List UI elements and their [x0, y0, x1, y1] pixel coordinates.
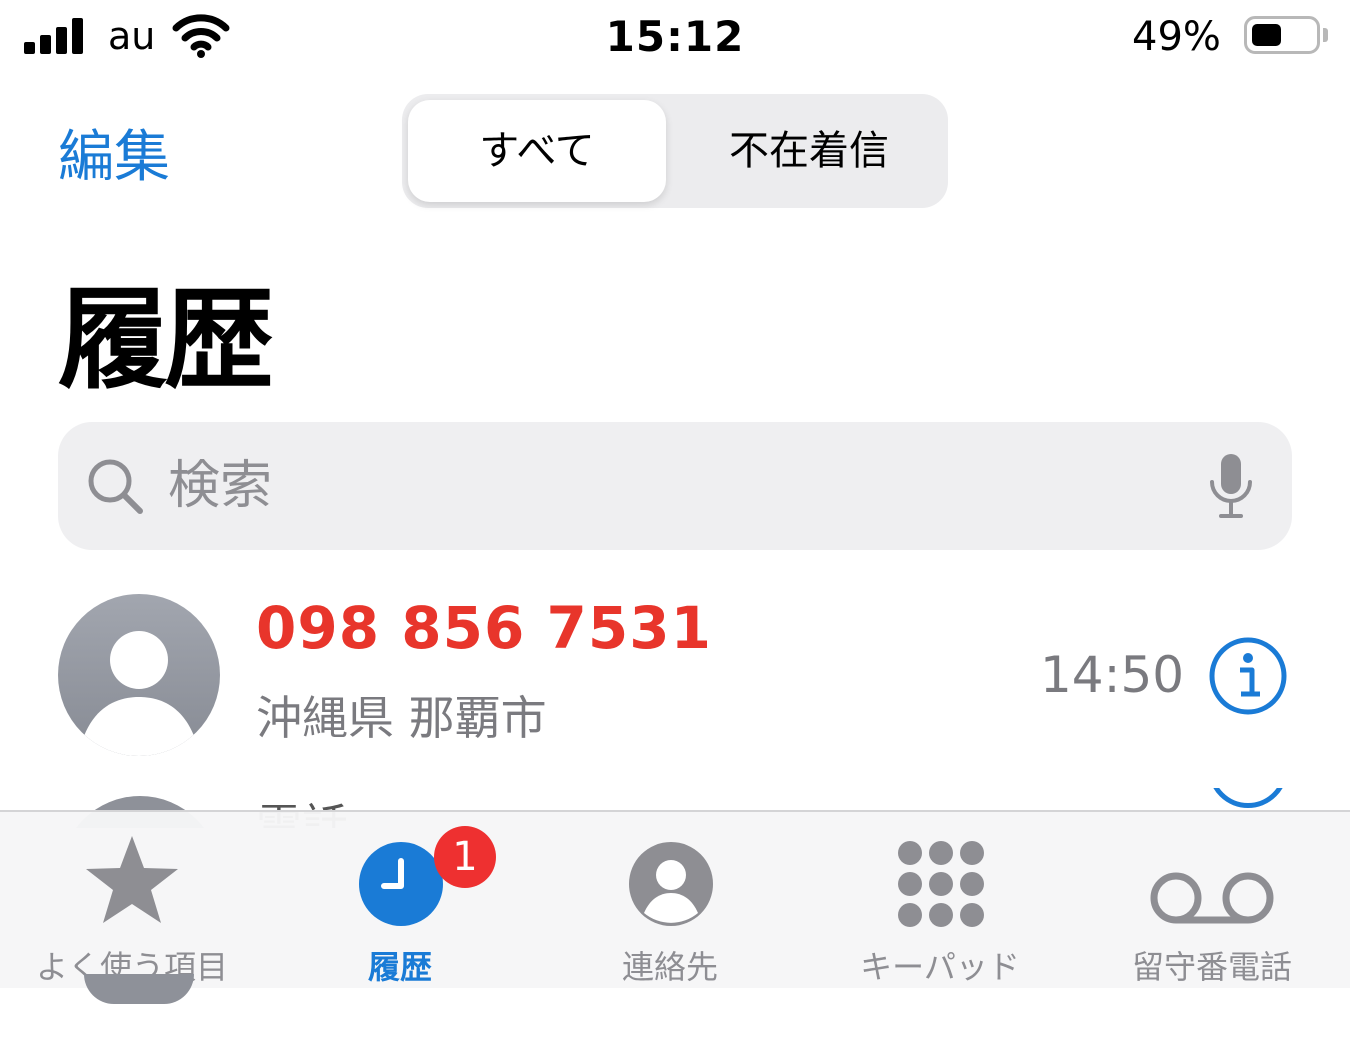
call-history-row[interactable]: 098 856 7531 沖縄県 那覇市 14:50 — [0, 580, 1350, 780]
call-time: 14:50 — [1040, 646, 1185, 704]
contact-avatar-icon — [84, 974, 194, 1004]
caller-location: 沖縄県 那覇市 — [256, 691, 547, 745]
keypad-icon — [898, 841, 984, 927]
tab-label: 連絡先 — [621, 948, 718, 986]
caller-number: 098 856 7531 — [256, 594, 712, 662]
page-title: 履歴 — [58, 276, 274, 404]
tab-keypad[interactable]: キーパッド — [818, 812, 1062, 990]
search-icon — [88, 459, 143, 514]
contact-avatar-icon — [58, 594, 220, 756]
info-icon[interactable] — [1208, 788, 1288, 808]
segment-missed[interactable]: 不在着信 — [674, 100, 944, 202]
tab-bar: よく使う項目 1 履歴 連絡先 キーパッド 留守番電話 — [0, 810, 1350, 990]
edit-button[interactable]: 編集 — [58, 112, 170, 193]
missed-call-badge: 1 — [434, 826, 496, 888]
tab-recents[interactable]: 1 履歴 — [278, 812, 522, 990]
battery-icon — [1244, 16, 1320, 54]
segment-all[interactable]: すべて — [408, 100, 666, 202]
segmented-control: すべて 不在着信 — [402, 94, 948, 208]
search-bar[interactable] — [58, 422, 1292, 550]
phone-screen: au 15:12 49% 編集 すべて 不在着信 履歴 検索 098 856 7… — [0, 0, 1350, 1040]
voicemail-icon — [1150, 872, 1274, 924]
clock-icon — [359, 842, 443, 926]
star-icon — [86, 836, 178, 923]
battery-cap — [1323, 28, 1328, 42]
tab-label: 留守番電話 — [1131, 948, 1292, 986]
info-icon[interactable] — [1208, 636, 1288, 716]
search-input[interactable] — [168, 448, 1168, 524]
battery-percentage: 49% — [1132, 14, 1221, 60]
status-bar: au 15:12 49% — [0, 0, 1350, 78]
content-below-tab-bar — [0, 974, 1350, 1040]
tab-favorites[interactable]: よく使う項目 — [10, 812, 254, 990]
tab-label: 履歴 — [367, 948, 432, 986]
tab-contacts[interactable]: 連絡先 — [548, 812, 792, 990]
microphone-icon[interactable] — [1206, 452, 1256, 522]
tab-voicemail[interactable]: 留守番電話 — [1088, 812, 1336, 990]
person-icon — [629, 842, 713, 926]
tab-label: キーパッド — [860, 948, 1020, 986]
battery-level-fill — [1252, 24, 1281, 46]
